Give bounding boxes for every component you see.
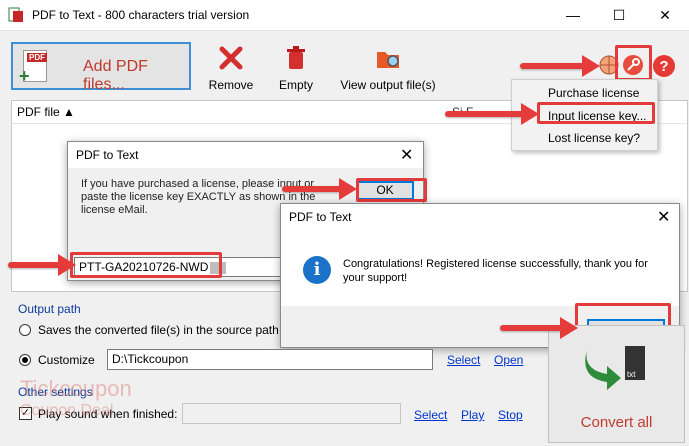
convert-icon: txt xyxy=(579,340,649,390)
empty-label: Empty xyxy=(278,78,313,92)
source-path-label: Saves the converted file(s) in the sourc… xyxy=(38,323,278,337)
remove-x-icon xyxy=(219,46,243,70)
plus-icon: + xyxy=(19,66,30,86)
pdf-file-column-header[interactable]: PDF file ▲ xyxy=(17,105,75,119)
license-ok-highlight-frame xyxy=(356,178,427,202)
arrow-to-globe xyxy=(520,55,600,77)
sound-play-link[interactable]: Play xyxy=(461,408,484,422)
customize-radio[interactable] xyxy=(19,354,31,366)
txt-badge: txt xyxy=(627,370,636,379)
output-select-link[interactable]: Select xyxy=(447,353,480,367)
convert-all-label: Convert all xyxy=(580,414,653,431)
view-output-label: View output file(s) xyxy=(340,78,436,92)
menu-item-purchase-license[interactable]: Purchase license xyxy=(548,86,639,100)
license-dialog-title: PDF to Text xyxy=(76,148,139,162)
sound-stop-link[interactable]: Stop xyxy=(498,408,523,422)
help-icon: ? xyxy=(653,55,675,77)
license-key-highlight-frame xyxy=(70,252,222,278)
license-dialog-close-icon[interactable]: ✕ xyxy=(400,145,413,165)
key-highlight-frame xyxy=(615,45,652,81)
remove-label: Remove xyxy=(208,78,254,92)
folder-search-icon xyxy=(377,52,399,68)
arrow-to-license-key xyxy=(8,254,76,276)
customize-label: Customize xyxy=(38,353,95,367)
menu-item-lost-license-key[interactable]: Lost license key? xyxy=(548,131,640,145)
sound-select-link[interactable]: Select xyxy=(414,408,447,422)
success-dialog-close-icon[interactable]: ✕ xyxy=(657,207,670,227)
watermark-line1: Tickcoupon xyxy=(20,376,132,401)
source-path-radio[interactable] xyxy=(19,324,31,336)
success-dialog-title: PDF to Text xyxy=(289,210,352,224)
arrow-to-license-ok xyxy=(282,178,357,200)
svg-text:?: ? xyxy=(659,58,668,75)
minimize-button[interactable]: — xyxy=(550,0,596,30)
empty-button[interactable]: Empty xyxy=(274,44,318,92)
remove-button[interactable]: Remove xyxy=(206,44,256,92)
output-open-link[interactable]: Open xyxy=(494,353,523,367)
help-button[interactable]: ? xyxy=(652,54,676,78)
add-pdf-icon: PDF + xyxy=(19,50,53,86)
add-pdf-files-label: Add PDF files... xyxy=(83,58,148,93)
window-title: PDF to Text - 800 characters trial versi… xyxy=(32,8,250,22)
watermark-line2: Coupon Deal xyxy=(20,402,114,419)
input-key-highlight-frame xyxy=(537,102,655,124)
close-button[interactable]: ✕ xyxy=(642,0,688,30)
output-path-input[interactable]: D:\Tickcoupon xyxy=(107,349,433,370)
app-icon xyxy=(8,7,23,22)
pdf-label: PDF xyxy=(27,53,47,62)
info-icon: i xyxy=(303,256,331,284)
view-output-button[interactable]: View output file(s) xyxy=(336,44,440,92)
output-path-group-label: Output path xyxy=(18,302,81,316)
watermark: Tickcoupon Coupon Deal xyxy=(20,378,132,422)
add-pdf-files-button[interactable]: PDF + Add PDF files... xyxy=(11,42,191,93)
maximize-button[interactable]: ☐ xyxy=(596,0,642,30)
trash-icon xyxy=(287,46,305,69)
success-message: Congratulations! Registered license succ… xyxy=(343,258,648,284)
arrow-to-input-key xyxy=(445,103,539,125)
sound-file-input[interactable] xyxy=(182,403,401,424)
convert-all-button[interactable]: txt Convert all xyxy=(548,325,685,443)
arrow-to-success-ok xyxy=(500,317,578,339)
title-bar: PDF to Text - 800 characters trial versi… xyxy=(0,0,689,31)
